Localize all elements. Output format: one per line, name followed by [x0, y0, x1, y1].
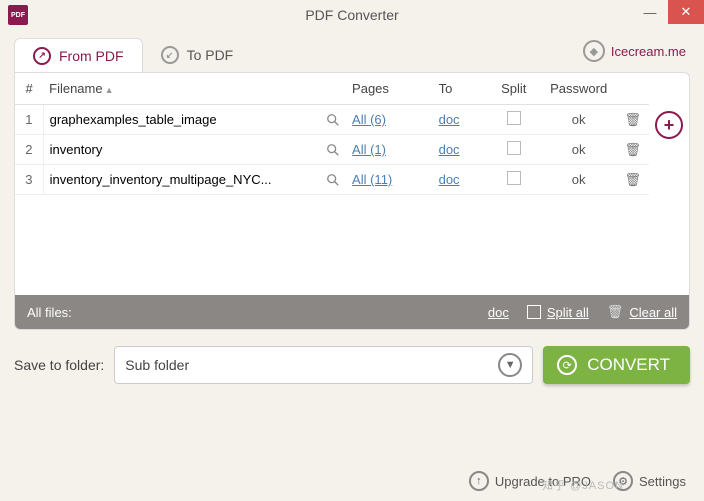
arrow-up-icon: ↑ — [469, 471, 489, 491]
col-number[interactable]: # — [15, 73, 43, 105]
to-link[interactable]: doc — [439, 142, 460, 157]
split-checkbox[interactable] — [507, 141, 521, 155]
row-filename: inventory — [43, 135, 346, 165]
col-password[interactable]: Password — [541, 73, 617, 105]
row-filename: graphexamples_table_image — [43, 105, 346, 135]
row-split — [487, 135, 541, 165]
settings-link[interactable]: ⚙ Settings — [613, 471, 686, 491]
row-pages: All (11) — [346, 165, 433, 195]
split-checkbox[interactable] — [507, 111, 521, 125]
col-split[interactable]: Split — [487, 73, 541, 105]
row-number: 2 — [15, 135, 43, 165]
split-all-checkbox[interactable] — [527, 305, 541, 319]
to-link[interactable]: doc — [439, 112, 460, 127]
folder-dropdown-icon[interactable]: ▼ — [498, 353, 522, 377]
trash-icon: 🗑 — [607, 304, 624, 320]
pages-link[interactable]: All (11) — [352, 172, 392, 187]
tab-label: To PDF — [187, 47, 234, 63]
row-to: doc — [433, 135, 487, 165]
tab-from-pdf[interactable]: ↗ From PDF — [14, 38, 143, 73]
brand-label: Icecream.me — [611, 44, 686, 59]
row-password: ok — [541, 135, 617, 165]
file-table: # Filename▲ Pages To Split Password 1gra… — [15, 73, 649, 195]
split-checkbox[interactable] — [507, 171, 521, 185]
sort-asc-icon: ▲ — [105, 85, 114, 95]
col-delete — [617, 73, 650, 105]
arrow-down-icon: ↙ — [161, 46, 179, 64]
table-row[interactable]: 3inventory_inventory_multipage_NYC... All… — [15, 165, 649, 195]
tab-row: ↗ From PDF ↙ To PDF ◆ Icecream.me — [0, 30, 704, 72]
row-to: doc — [433, 165, 487, 195]
row-pages: All (1) — [346, 135, 433, 165]
pages-link[interactable]: All (6) — [352, 112, 386, 127]
save-folder-value: Sub folder — [125, 357, 189, 373]
split-all-label[interactable]: Split all — [547, 305, 589, 320]
arrow-up-icon: ↗ — [33, 47, 51, 65]
row-number: 3 — [15, 165, 43, 195]
save-row: Save to folder: Sub folder ▼ ⟳ CONVERT — [0, 330, 704, 384]
row-delete[interactable]: 🗑 — [617, 135, 650, 165]
refresh-icon: ⟳ — [557, 355, 577, 375]
window-title: PDF Converter — [305, 7, 398, 23]
upgrade-link[interactable]: ↑ Upgrade to PRO — [469, 471, 591, 491]
app-logo-icon: PDF — [8, 5, 28, 25]
row-password: ok — [541, 165, 617, 195]
tab-label: From PDF — [59, 48, 124, 64]
brand-link[interactable]: ◆ Icecream.me — [583, 40, 686, 62]
all-files-label: All files: — [27, 305, 72, 320]
row-pages: All (6) — [346, 105, 433, 135]
tab-to-pdf[interactable]: ↙ To PDF — [143, 38, 252, 72]
row-to: doc — [433, 105, 487, 135]
all-files-to-link[interactable]: doc — [488, 305, 509, 320]
minimize-button[interactable]: — — [632, 0, 668, 24]
row-number: 1 — [15, 105, 43, 135]
magnify-icon[interactable] — [326, 113, 340, 127]
row-split — [487, 165, 541, 195]
row-password: ok — [541, 105, 617, 135]
col-to[interactable]: To — [433, 73, 487, 105]
convert-button[interactable]: ⟳ CONVERT — [543, 346, 690, 384]
col-filename-label: Filename — [49, 81, 102, 96]
window-controls: — ✕ — [632, 0, 704, 24]
magnify-icon[interactable] — [326, 143, 340, 157]
titlebar: PDF PDF Converter — ✕ — [0, 0, 704, 30]
close-button[interactable]: ✕ — [668, 0, 704, 24]
row-delete[interactable]: 🗑 — [617, 165, 650, 195]
convert-label: CONVERT — [587, 355, 670, 375]
upgrade-label: Upgrade to PRO — [495, 474, 591, 489]
magnify-icon[interactable] — [326, 173, 340, 187]
table-row[interactable]: 1graphexamples_table_image All (6) doc ok🗑 — [15, 105, 649, 135]
icecream-icon: ◆ — [583, 40, 605, 62]
save-to-label: Save to folder: — [14, 357, 104, 373]
all-files-bar: All files: doc Split all 🗑 Clear all — [15, 295, 689, 329]
table-header-row: # Filename▲ Pages To Split Password — [15, 73, 649, 105]
clear-all-link[interactable]: Clear all — [629, 305, 677, 320]
settings-label: Settings — [639, 474, 686, 489]
gear-icon: ⚙ — [613, 471, 633, 491]
bottom-row: ↑ Upgrade to PRO ⚙ Settings — [469, 471, 686, 491]
to-link[interactable]: doc — [439, 172, 460, 187]
row-filename: inventory_inventory_multipage_NYC... — [43, 165, 346, 195]
pages-link[interactable]: All (1) — [352, 142, 386, 157]
table-row[interactable]: 2inventory All (1) doc ok🗑 — [15, 135, 649, 165]
col-pages[interactable]: Pages — [346, 73, 433, 105]
save-folder-input[interactable]: Sub folder ▼ — [114, 346, 533, 384]
col-filename[interactable]: Filename▲ — [43, 73, 346, 105]
file-list-panel: # Filename▲ Pages To Split Password 1gra… — [14, 72, 690, 330]
add-file-button[interactable]: + — [655, 111, 683, 139]
row-split — [487, 105, 541, 135]
row-delete[interactable]: 🗑 — [617, 105, 650, 135]
